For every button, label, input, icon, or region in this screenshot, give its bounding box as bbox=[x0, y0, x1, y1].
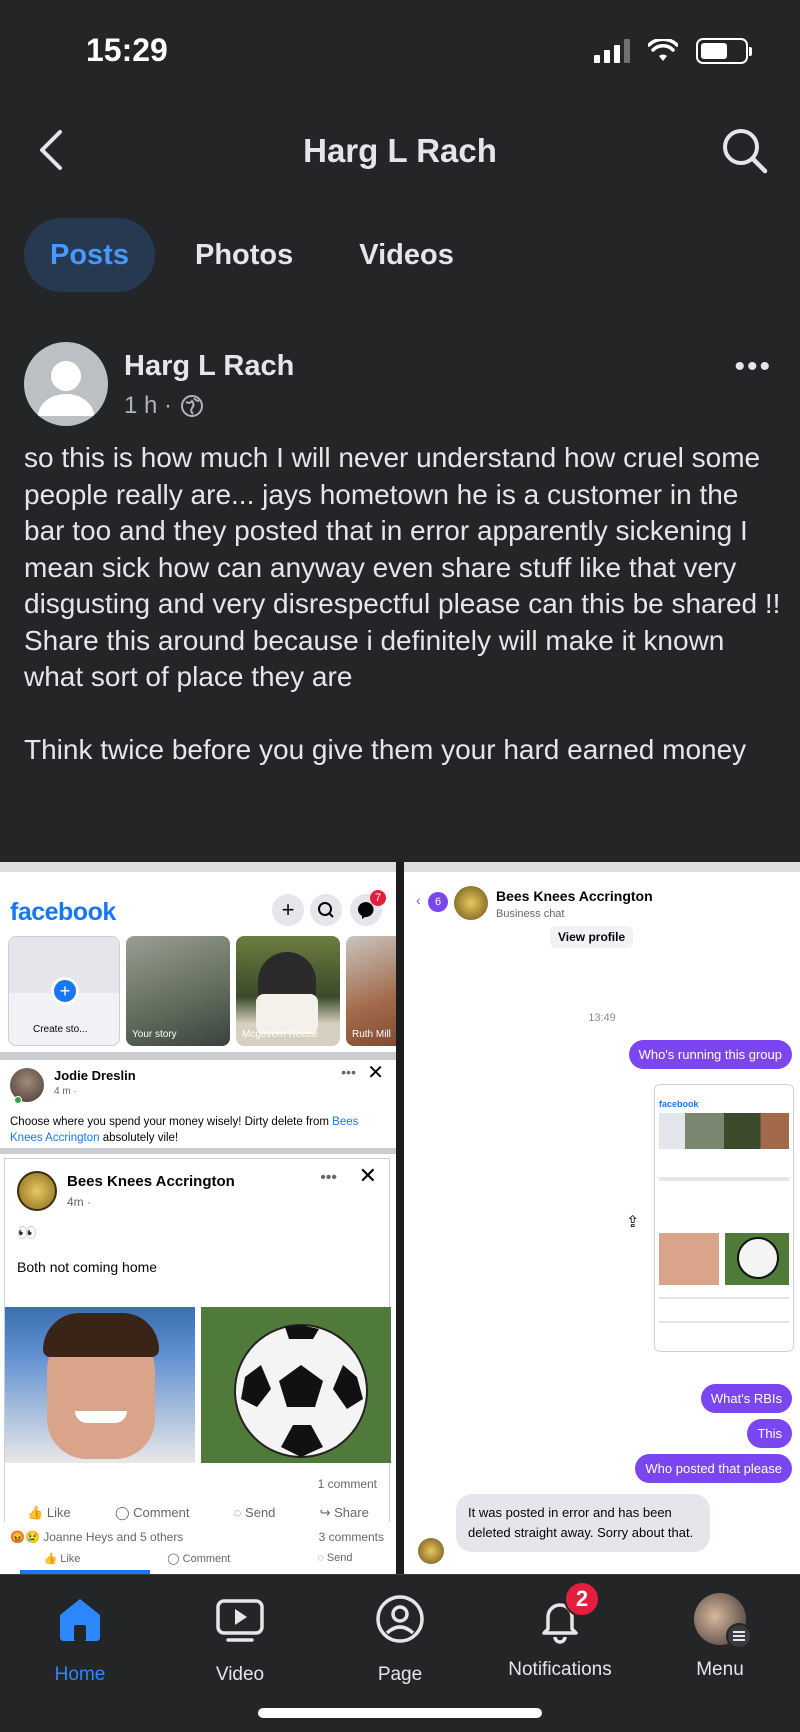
close-icon: ✕ bbox=[367, 1062, 384, 1084]
status-icons bbox=[594, 38, 752, 64]
home-indicator bbox=[258, 1708, 542, 1718]
story-item: Your story bbox=[126, 936, 230, 1046]
embedded-post: Bees Knees Accrington 4m · ••• ✕ 👀 Both … bbox=[4, 1158, 391, 1574]
bell-icon: 2 bbox=[534, 1581, 600, 1645]
nav-notifications[interactable]: 2 Notifications bbox=[490, 1581, 630, 1681]
like-button: 👍 Like bbox=[27, 1505, 71, 1520]
facebook-screenshot: facebook + 7 + Create sto... Your story … bbox=[0, 862, 396, 1574]
comment-button: ◯ Comment bbox=[167, 1553, 231, 1565]
plus-icon: + bbox=[272, 894, 304, 926]
bee-logo-icon bbox=[17, 1171, 57, 1211]
bee-logo-icon bbox=[418, 1538, 444, 1564]
chat-sub: Business chat bbox=[496, 908, 565, 920]
send-button: ◌ Send bbox=[233, 1505, 276, 1520]
bottom-nav: Home Video Page 2 Notifications Menu bbox=[0, 1574, 800, 1732]
share-author: Jodie Dreslin bbox=[54, 1068, 136, 1083]
view-profile-button: View profile bbox=[550, 926, 634, 948]
tab-posts[interactable]: Posts bbox=[24, 218, 155, 292]
story-label: Mcgovern Reece bbox=[242, 1029, 318, 1040]
more-options-icon: ••• bbox=[341, 1064, 356, 1080]
menu-avatar bbox=[694, 1593, 752, 1649]
comment-count: 1 comment bbox=[317, 1477, 377, 1491]
message-bubble: This bbox=[747, 1419, 792, 1448]
status-bar: 15:29 bbox=[0, 0, 800, 100]
share-text: Choose where you spend your money wisely… bbox=[10, 1116, 359, 1144]
embedded-meta: 4m · bbox=[67, 1195, 91, 1209]
messenger-screenshot: ‹ 6 Bees Knees Accrington Business chat … bbox=[404, 862, 800, 1574]
post-author[interactable]: Harg L Rach bbox=[124, 350, 294, 383]
post-text: so this is how much I will never underst… bbox=[24, 442, 781, 765]
story-item: Mcgovern Reece bbox=[236, 936, 340, 1046]
profile-tabs: Posts Photos Videos bbox=[24, 218, 480, 292]
menu-icon bbox=[726, 1623, 752, 1649]
more-options-icon[interactable]: ••• bbox=[734, 350, 772, 384]
messenger-badge: 7 bbox=[370, 890, 386, 906]
chat-name: Bees Knees Accrington bbox=[496, 888, 653, 904]
wifi-icon bbox=[648, 39, 678, 61]
story-label: Create sto... bbox=[33, 1024, 88, 1035]
share-icon: ⇪ bbox=[626, 1214, 640, 1231]
page-title: Harg L Rach bbox=[303, 132, 497, 169]
post-meta: 1 h · bbox=[124, 392, 204, 420]
story-item: Ruth Mill bbox=[346, 936, 396, 1046]
close-icon: ✕ bbox=[358, 1163, 377, 1188]
stories-row: + Create sto... Your story Mcgovern Reec… bbox=[0, 936, 396, 1048]
nav-page[interactable]: Page bbox=[330, 1593, 470, 1686]
story-create: + Create sto... bbox=[8, 936, 120, 1046]
mini-screenshot: facebook bbox=[654, 1084, 794, 1352]
reaction-bar: 😡😢 Joanne Heys and 5 others 3 comments 👍… bbox=[0, 1522, 396, 1574]
embedded-author: Bees Knees Accrington bbox=[67, 1173, 235, 1190]
nav-home[interactable]: Home bbox=[10, 1593, 150, 1686]
message-bubble: Who's running this group bbox=[628, 1040, 792, 1069]
photo-football bbox=[201, 1307, 391, 1463]
facebook-logo: facebook bbox=[10, 898, 116, 926]
share-meta: 4 m · bbox=[54, 1086, 77, 1097]
battery-icon bbox=[696, 38, 752, 64]
top-bar: Harg L Rach bbox=[0, 110, 800, 190]
search-icon[interactable] bbox=[718, 124, 770, 176]
add-story-icon: + bbox=[51, 977, 79, 1005]
globe-icon bbox=[181, 395, 204, 417]
unread-badge: 6 bbox=[428, 892, 448, 912]
tab-photos[interactable]: Photos bbox=[169, 218, 319, 292]
status-time: 15:29 bbox=[86, 32, 168, 68]
signal-icon bbox=[594, 39, 630, 63]
avatar[interactable] bbox=[24, 342, 108, 426]
bee-logo-icon bbox=[454, 886, 488, 920]
reply-bubble: It was posted in error and has been dele… bbox=[456, 1494, 710, 1552]
video-icon bbox=[216, 1599, 264, 1642]
page-icon bbox=[376, 1595, 424, 1643]
chat-timestamp: 13:49 bbox=[588, 1012, 616, 1024]
nav-menu[interactable]: Menu bbox=[650, 1593, 790, 1681]
notification-badge: 2 bbox=[564, 1581, 600, 1617]
like-button: 👍 Like bbox=[43, 1553, 81, 1565]
send-button: ◌ Send bbox=[317, 1552, 353, 1564]
more-options-icon: ••• bbox=[320, 1169, 337, 1186]
home-icon bbox=[60, 1599, 100, 1641]
post-actions: 👍 Like ◯ Comment ◌ Send ↪ Share bbox=[5, 1505, 391, 1521]
embedded-caption: Both not coming home bbox=[17, 1259, 158, 1275]
post-actions: 👍 Like ◯ Comment ◌ Send bbox=[0, 1552, 396, 1565]
comment-button: ◯ Comment bbox=[114, 1505, 190, 1520]
back-icon: ‹ bbox=[416, 892, 421, 908]
divider bbox=[0, 1052, 396, 1060]
search-icon bbox=[310, 894, 342, 926]
story-label: Ruth Mill bbox=[352, 1029, 391, 1040]
photo-person bbox=[5, 1307, 195, 1463]
nav-video[interactable]: Video bbox=[170, 1593, 310, 1686]
post-image[interactable]: facebook + 7 + Create sto... Your story … bbox=[0, 862, 800, 1574]
tab-videos[interactable]: Videos bbox=[333, 218, 480, 292]
default-avatar-icon bbox=[38, 361, 94, 416]
post-time: 1 h · bbox=[124, 392, 173, 419]
divider bbox=[0, 1148, 396, 1154]
reaction-summary: 😡😢 Joanne Heys and 5 others bbox=[10, 1530, 184, 1544]
story-label: Your story bbox=[132, 1029, 177, 1040]
share-button: ↪ Share bbox=[319, 1505, 369, 1520]
comments-count: 3 comments bbox=[318, 1530, 384, 1544]
eyes-emoji: 👀 bbox=[17, 1225, 37, 1242]
message-bubble: What's RBIs bbox=[700, 1384, 792, 1413]
message-bubble: Who posted that please bbox=[635, 1454, 792, 1483]
